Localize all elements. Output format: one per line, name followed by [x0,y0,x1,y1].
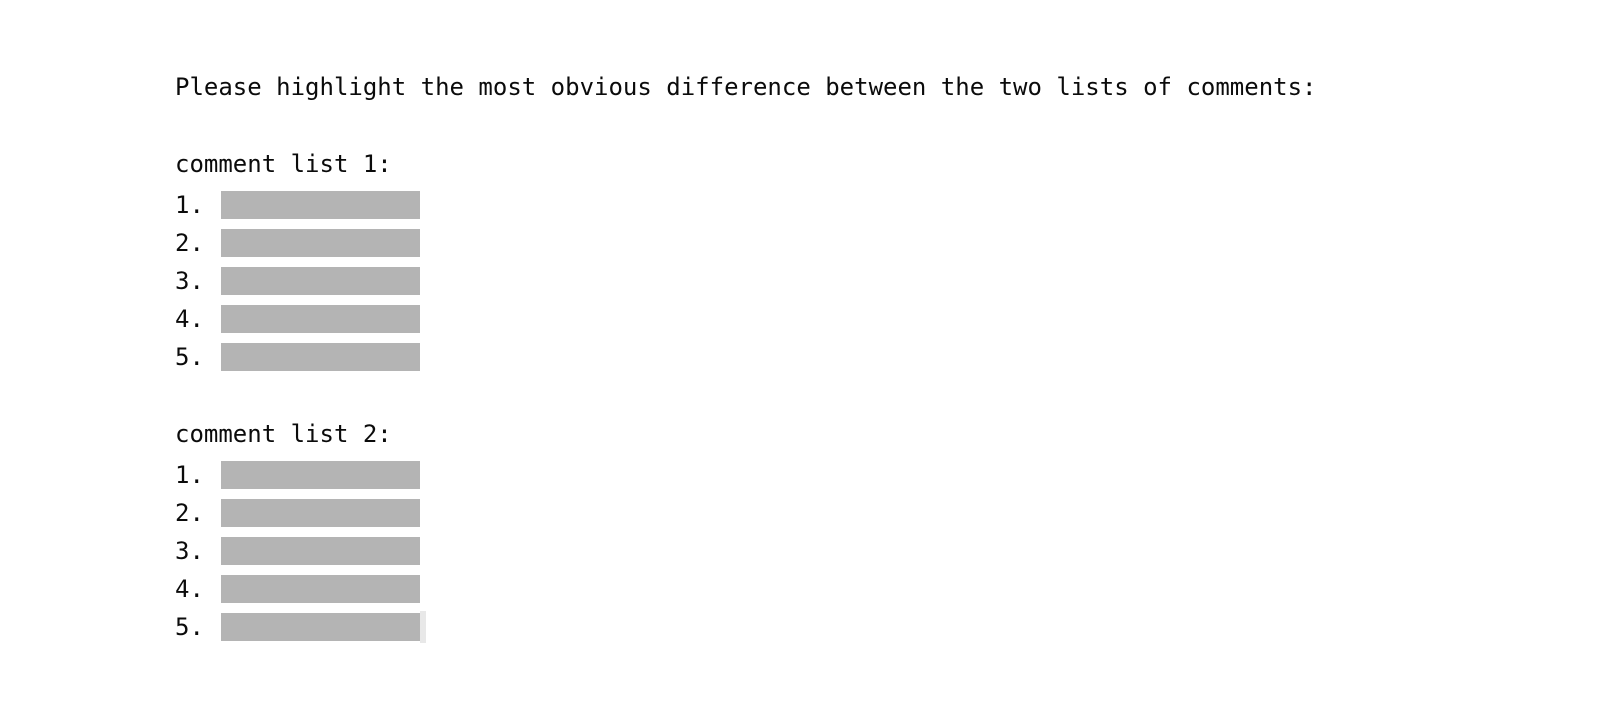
comment-list-1-title: comment list 1: [175,150,392,178]
list-item[interactable]: 5. [175,338,420,376]
list-item[interactable]: 1. [175,456,420,494]
list-item[interactable]: 2. [175,494,420,532]
list-item[interactable]: 3. [175,532,420,570]
page-root: Please highlight the most obvious differ… [0,0,1600,704]
list-item-number: 1. [175,191,204,219]
page-title: Please highlight the most obvious differ… [175,73,1317,101]
list-item-number: 5. [175,613,204,641]
list-item[interactable]: 5. [175,608,426,646]
list-item-number: 1. [175,461,204,489]
redacted-comment-bar[interactable] [221,537,420,565]
redacted-comment-bar[interactable] [221,191,420,219]
redacted-comment-bar[interactable] [221,305,420,333]
comment-list-1-items: 1. 2. 3. 4. 5. [175,186,420,376]
list-item[interactable]: 2. [175,224,420,262]
redacted-comment-bar[interactable] [221,343,420,371]
list-item-number: 2. [175,499,204,527]
list-item-number: 3. [175,537,204,565]
redacted-comment-bar[interactable] [221,611,426,643]
list-item[interactable]: 4. [175,570,420,608]
redacted-comment-bar[interactable] [221,499,420,527]
list-item-number: 4. [175,575,204,603]
list-item[interactable]: 4. [175,300,420,338]
redacted-comment-bar[interactable] [221,229,420,257]
redacted-comment-bar[interactable] [221,575,420,603]
list-item[interactable]: 1. [175,186,420,224]
list-item[interactable]: 3. [175,262,420,300]
list-item-number: 3. [175,267,204,295]
list-item-number: 2. [175,229,204,257]
redacted-comment-bar[interactable] [221,461,420,489]
comment-list-2-section: comment list 2: 1. 2. 3. 4. 5. [175,418,426,646]
comment-list-2-items: 1. 2. 3. 4. 5. [175,456,426,646]
redacted-comment-bar[interactable] [221,267,420,295]
list-item-number: 5. [175,343,204,371]
comment-list-2-title: comment list 2: [175,420,392,448]
comment-list-1-section: comment list 1: 1. 2. 3. 4. 5. [175,148,420,376]
list-item-number: 4. [175,305,204,333]
